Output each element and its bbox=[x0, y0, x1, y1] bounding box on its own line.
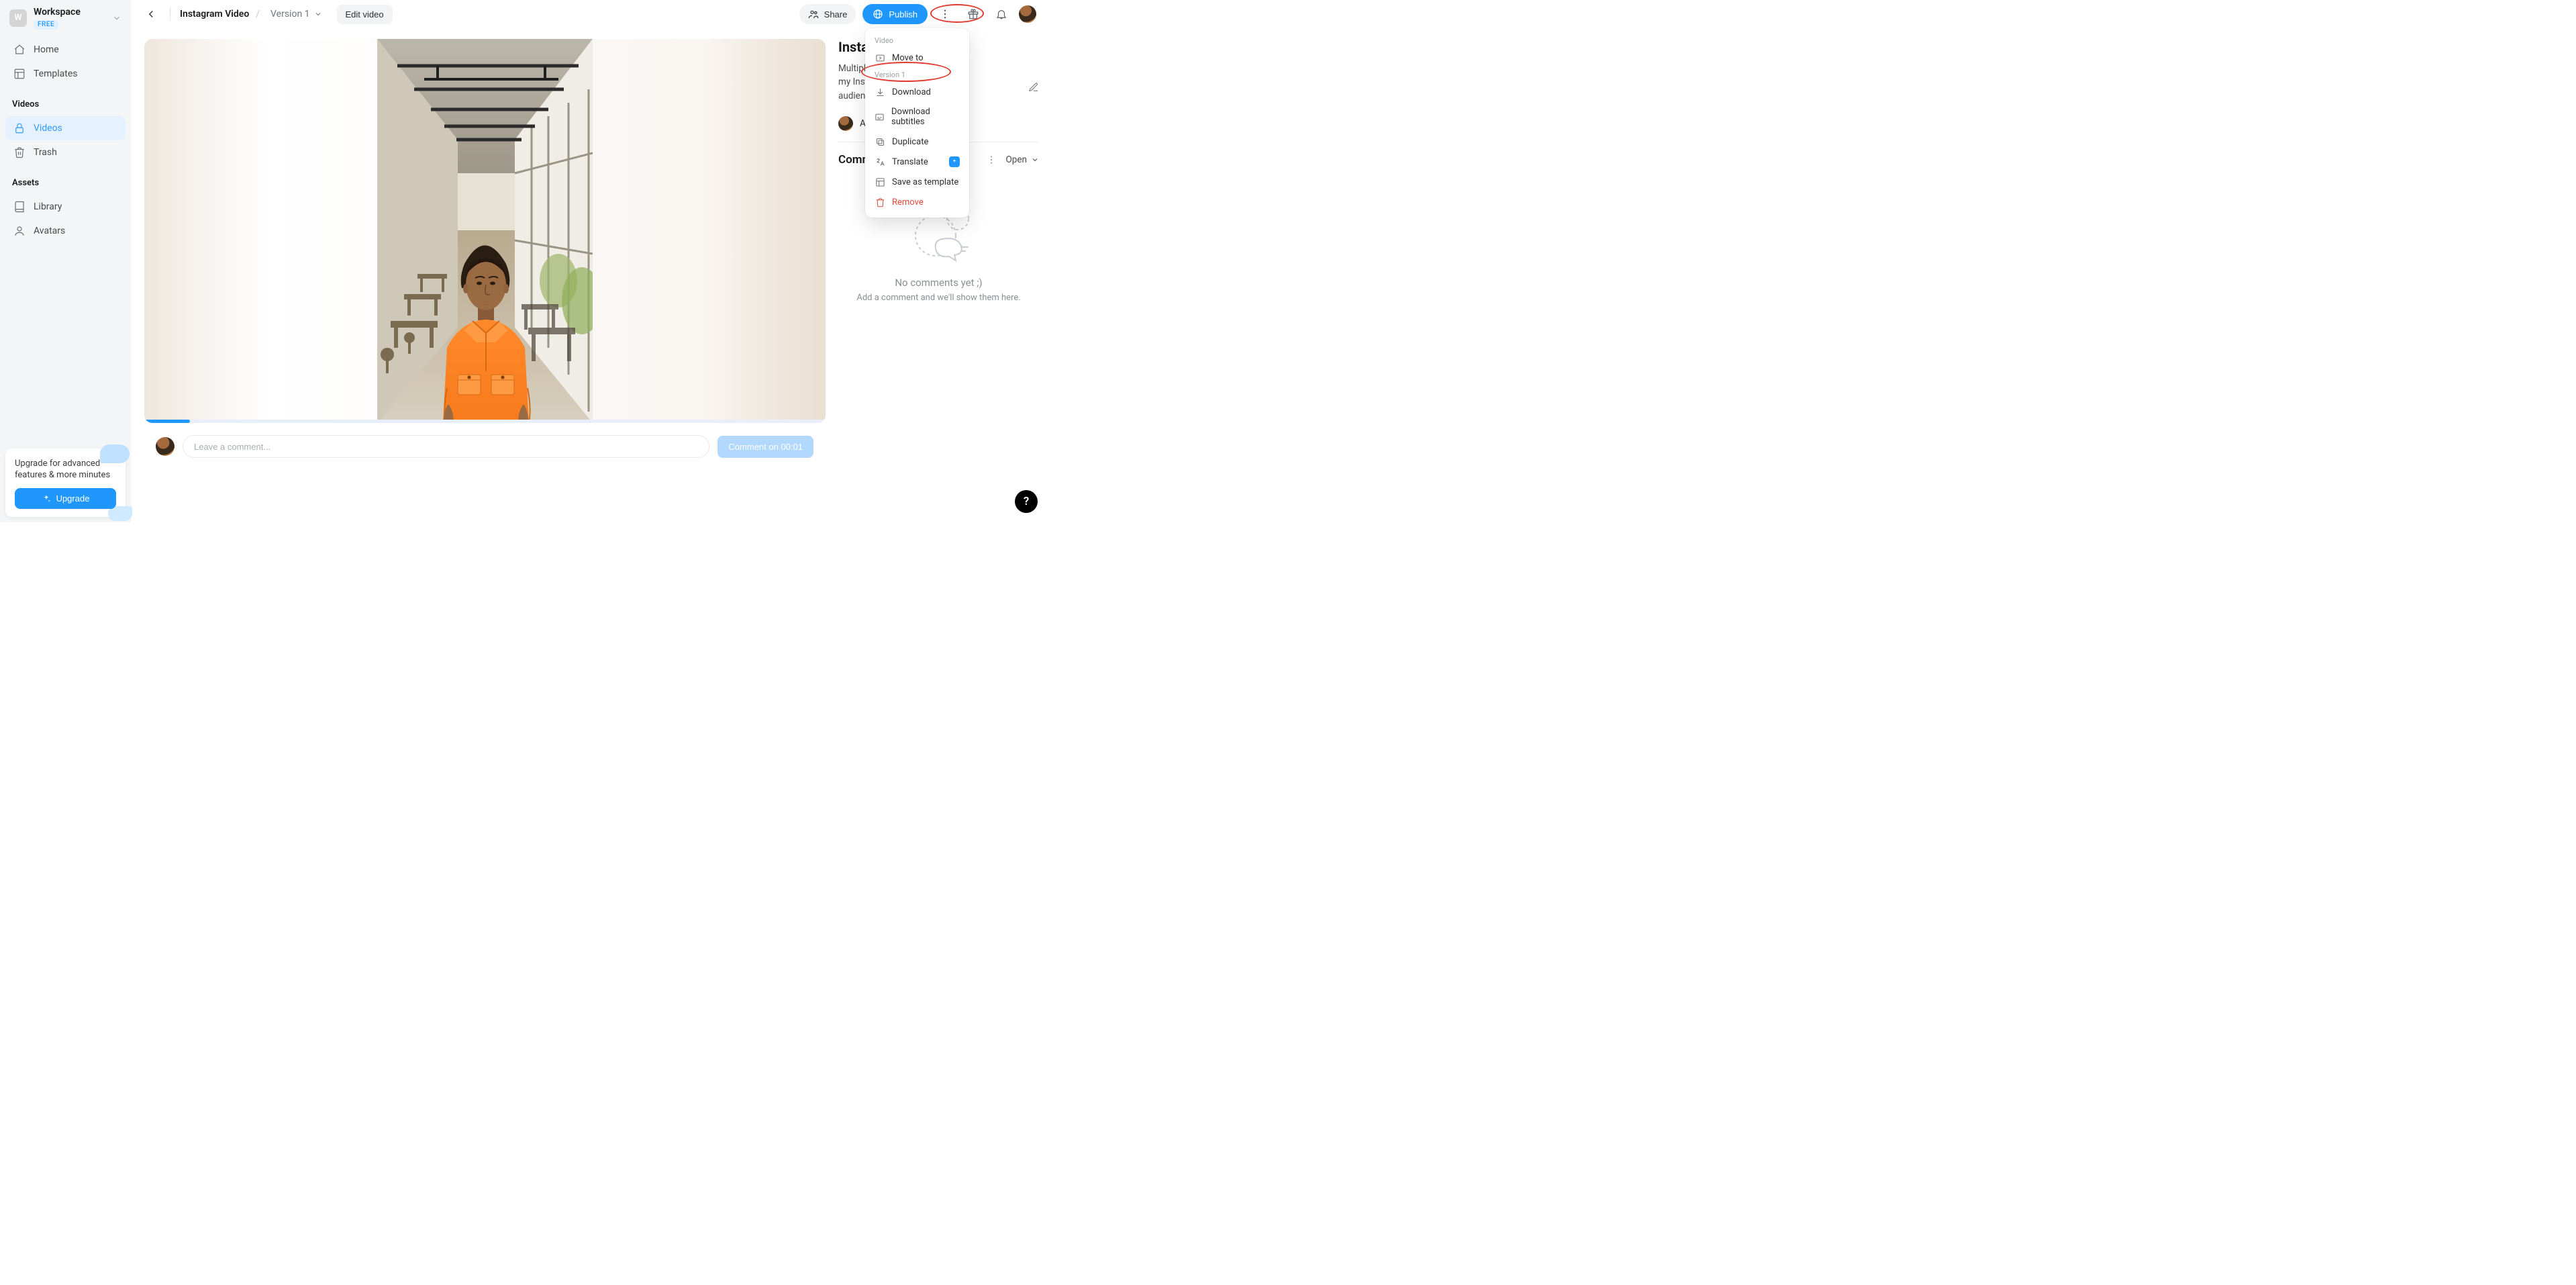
comments-filter-label: Open bbox=[1006, 154, 1027, 165]
share-button[interactable]: Share bbox=[799, 4, 856, 24]
chevron-down-icon bbox=[112, 13, 121, 23]
publish-label: Publish bbox=[889, 9, 918, 19]
plan-badge: FREE bbox=[34, 20, 58, 30]
templates-icon bbox=[13, 68, 26, 80]
menu-group-label: Video bbox=[865, 34, 969, 48]
sidebar-section-assets: Assets bbox=[0, 169, 131, 191]
sidebar-item-videos[interactable]: Videos bbox=[5, 116, 126, 140]
lock-icon bbox=[13, 122, 26, 134]
trash-icon bbox=[13, 146, 26, 158]
download-icon bbox=[875, 87, 885, 97]
sidebar-item-home[interactable]: Home bbox=[5, 38, 126, 62]
upgrade-text: Upgrade for advanced features & more min… bbox=[15, 458, 116, 481]
menu-item-translate[interactable]: Translate bbox=[865, 152, 969, 172]
home-icon bbox=[13, 44, 26, 56]
menu-item-move-to[interactable]: Move to bbox=[865, 48, 969, 68]
move-icon bbox=[875, 52, 885, 63]
sidebar-item-label: Templates bbox=[34, 68, 78, 79]
workspace-switcher[interactable]: W Workspace FREE bbox=[0, 0, 131, 34]
subtitles-icon bbox=[875, 111, 885, 122]
comments-empty-title: No comments yet ;) bbox=[838, 277, 1039, 289]
video-progress-fill bbox=[144, 420, 190, 423]
gift-icon bbox=[967, 8, 979, 20]
trash-icon bbox=[875, 197, 885, 207]
notifications-button[interactable] bbox=[991, 3, 1012, 25]
sidebar-item-library[interactable]: Library bbox=[5, 195, 126, 219]
workspace-initial: W bbox=[9, 9, 27, 27]
sidebar-item-avatars[interactable]: Avatars bbox=[5, 219, 126, 243]
avatar-icon bbox=[13, 225, 26, 237]
sidebar: W Workspace FREE Home Templates Videos V… bbox=[0, 0, 131, 522]
sidebar-item-label: Videos bbox=[34, 123, 62, 134]
sparkle-badge bbox=[949, 156, 960, 167]
version-dropdown[interactable]: Version 1 bbox=[266, 6, 326, 22]
comments-filter-dropdown[interactable]: Open bbox=[1006, 154, 1039, 165]
breadcrumb-sep: / bbox=[256, 9, 260, 19]
globe-icon bbox=[873, 9, 883, 19]
menu-item-download-subtitles[interactable]: Download subtitles bbox=[865, 102, 969, 132]
menu-item-label: Duplicate bbox=[892, 137, 928, 147]
sidebar-item-templates[interactable]: Templates bbox=[5, 62, 126, 86]
user-avatar[interactable] bbox=[1019, 5, 1036, 23]
bell-icon bbox=[995, 8, 1007, 20]
menu-item-label: Download subtitles bbox=[891, 107, 960, 127]
author-avatar bbox=[838, 116, 853, 131]
menu-item-label: Save as template bbox=[892, 177, 958, 187]
breadcrumb-title[interactable]: Instagram Video bbox=[180, 9, 249, 19]
more-menu: Video Move to Version 1 Download Downloa… bbox=[865, 28, 969, 218]
help-button[interactable]: ? bbox=[1015, 490, 1038, 513]
sparkle-icon bbox=[42, 494, 51, 504]
dots-vertical-icon bbox=[939, 8, 951, 20]
comment-submit-button[interactable]: Comment on 00:01 bbox=[717, 436, 813, 458]
chevron-down-icon bbox=[314, 10, 322, 18]
menu-item-label: Translate bbox=[892, 157, 928, 167]
sidebar-item-label: Trash bbox=[34, 147, 57, 158]
upgrade-button[interactable]: Upgrade bbox=[15, 488, 116, 509]
menu-item-save-template[interactable]: Save as template bbox=[865, 172, 969, 192]
upgrade-button-label: Upgrade bbox=[56, 493, 90, 504]
gift-button[interactable] bbox=[962, 3, 984, 25]
version-label: Version 1 bbox=[270, 9, 309, 19]
library-icon bbox=[13, 201, 26, 213]
upgrade-card: Upgrade for advanced features & more min… bbox=[5, 448, 126, 517]
edit-description-button[interactable] bbox=[1028, 82, 1039, 93]
menu-item-label: Download bbox=[892, 87, 931, 97]
menu-item-label: Remove bbox=[892, 197, 924, 207]
sidebar-section-videos: Videos bbox=[0, 90, 131, 112]
topbar: Instagram Video / Version 1 Edit video S… bbox=[131, 0, 1047, 28]
comments-empty-sub: Add a comment and we'll show them here. bbox=[838, 293, 1039, 303]
users-icon bbox=[808, 9, 819, 19]
template-icon bbox=[875, 177, 885, 187]
comment-avatar bbox=[156, 437, 175, 456]
video-progress-track[interactable] bbox=[144, 420, 826, 423]
translate-icon bbox=[875, 156, 885, 167]
video-canvas[interactable] bbox=[144, 39, 826, 423]
menu-item-label: Move to bbox=[892, 53, 924, 63]
more-menu-button[interactable] bbox=[934, 3, 956, 25]
sidebar-item-trash[interactable]: Trash bbox=[5, 140, 126, 164]
menu-group-label: Version 1 bbox=[865, 68, 969, 82]
duplicate-icon bbox=[875, 136, 885, 147]
edit-video-button[interactable]: Edit video bbox=[337, 5, 393, 24]
comment-row: Comment on 00:01 bbox=[156, 435, 813, 458]
menu-item-download[interactable]: Download bbox=[865, 82, 969, 102]
sidebar-nav: Home Templates bbox=[0, 34, 131, 90]
menu-item-remove[interactable]: Remove bbox=[865, 192, 969, 212]
sidebar-item-label: Library bbox=[34, 201, 62, 212]
share-label: Share bbox=[824, 9, 848, 19]
menu-item-duplicate[interactable]: Duplicate bbox=[865, 132, 969, 152]
comments-more-button[interactable] bbox=[986, 154, 997, 165]
publish-button[interactable]: Publish bbox=[862, 4, 928, 24]
chevron-down-icon bbox=[1031, 156, 1039, 164]
workspace-name: Workspace bbox=[34, 7, 105, 18]
video-frame bbox=[377, 39, 593, 423]
sidebar-item-label: Avatars bbox=[34, 226, 65, 236]
sidebar-item-label: Home bbox=[34, 44, 59, 55]
back-button[interactable] bbox=[142, 5, 160, 23]
comment-input[interactable] bbox=[183, 435, 709, 458]
